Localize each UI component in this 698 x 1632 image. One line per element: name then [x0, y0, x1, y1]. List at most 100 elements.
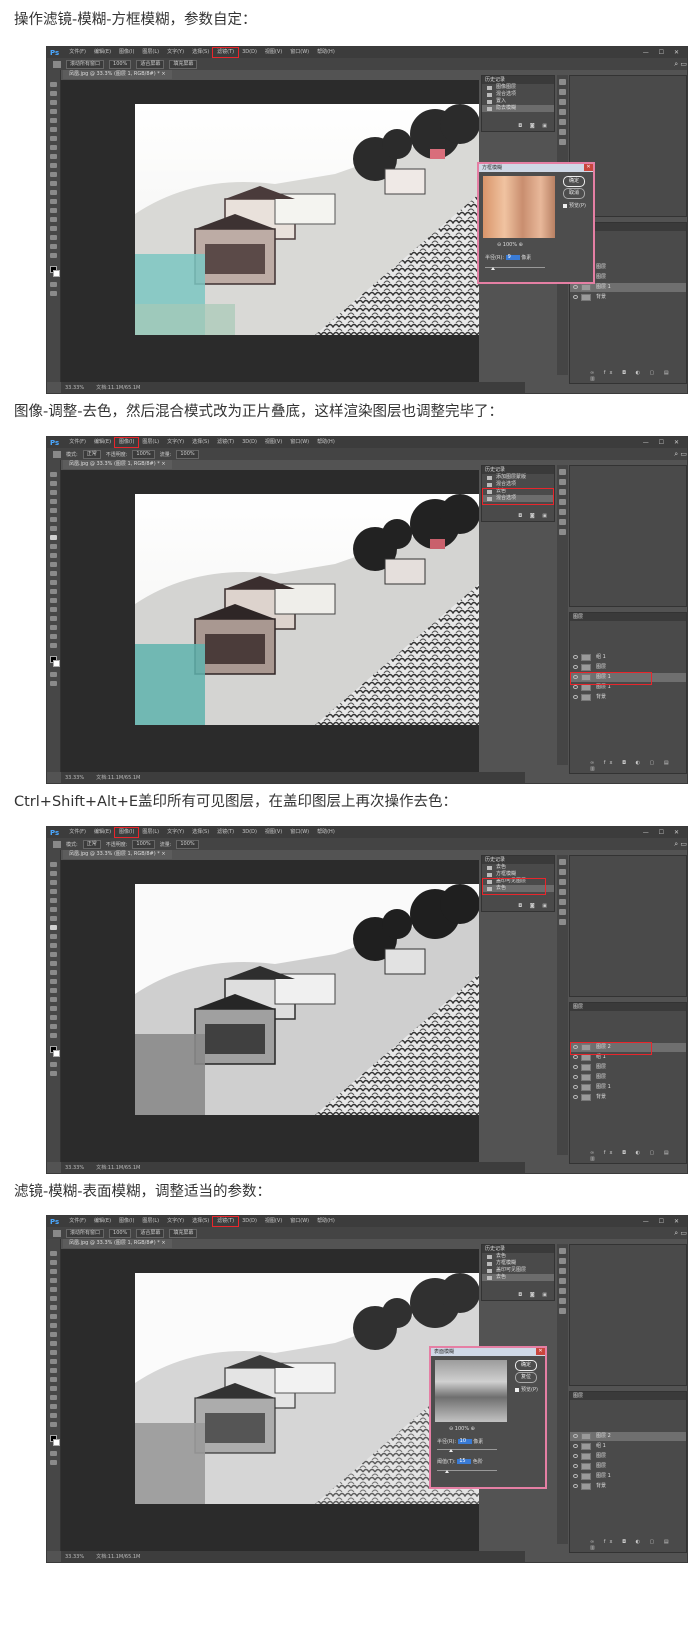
- scroll-all-windows-checkbox[interactable]: 滚动所有窗口: [66, 1228, 105, 1238]
- shape-tool-icon[interactable]: [50, 625, 57, 630]
- adjustments-panel-icon[interactable]: [559, 99, 566, 105]
- menu-help[interactable]: 帮助(H): [313, 828, 339, 837]
- paragraph-panel-icon[interactable]: [559, 899, 566, 905]
- layer-row[interactable]: 背景: [570, 1093, 686, 1102]
- ok-button[interactable]: 确定: [563, 176, 585, 187]
- history-panel-icon[interactable]: [559, 1248, 566, 1254]
- history-tab[interactable]: 历史记录: [482, 1245, 554, 1253]
- quick-mask-icon[interactable]: [50, 282, 57, 287]
- menu-layer[interactable]: 图层(L): [138, 828, 163, 837]
- history-tab[interactable]: 历史记录: [482, 466, 554, 474]
- history-brush-tool-icon[interactable]: [50, 943, 57, 948]
- menu-image[interactable]: 图像(I): [114, 827, 140, 838]
- eye-icon[interactable]: [573, 665, 578, 669]
- eyedropper-tool-icon[interactable]: [50, 127, 57, 132]
- menu-type[interactable]: 文字(Y): [163, 48, 188, 57]
- radius-slider-handle[interactable]: [449, 1449, 453, 1452]
- eye-icon[interactable]: [573, 1474, 578, 1478]
- menu-window[interactable]: 窗口(W): [286, 1217, 313, 1226]
- adjustments-panel-icon[interactable]: [559, 1268, 566, 1274]
- menu-type[interactable]: 文字(Y): [163, 438, 188, 447]
- window-controls[interactable]: — ☐ ✕: [643, 439, 683, 446]
- eye-icon[interactable]: [573, 1454, 578, 1458]
- menu-select[interactable]: 选择(S): [188, 48, 213, 57]
- type-tool-icon[interactable]: [50, 1386, 57, 1391]
- eye-icon[interactable]: [573, 1464, 578, 1468]
- brush-panel-icon[interactable]: [559, 129, 566, 135]
- history-actions[interactable]: ◘ ◙ ▣: [518, 513, 550, 519]
- background-color-swatch[interactable]: [53, 270, 60, 277]
- path-select-tool-icon[interactable]: [50, 616, 57, 621]
- fill-screen-button[interactable]: 填充屏幕: [169, 59, 198, 69]
- menu-image[interactable]: 图像(I): [115, 48, 138, 57]
- dodge-tool-icon[interactable]: [50, 979, 57, 984]
- eye-icon[interactable]: [573, 1095, 578, 1099]
- layer-row[interactable]: 背景: [570, 693, 686, 702]
- document-tab[interactable]: 凤凰.jpg @ 33.3% (图层 1, RGB/8#) * ×: [63, 70, 172, 79]
- move-tool-icon[interactable]: [50, 1251, 57, 1256]
- character-panel-icon[interactable]: [559, 499, 566, 505]
- tool-presets-icon[interactable]: [559, 139, 566, 145]
- zoom-tool-icon[interactable]: [50, 253, 57, 258]
- eraser-tool-icon[interactable]: [50, 172, 57, 177]
- layer-row[interactable]: 组 1: [570, 1442, 686, 1451]
- layers-tab[interactable]: 图层: [570, 1392, 686, 1400]
- canvas-area[interactable]: [61, 470, 479, 772]
- preview-checkbox[interactable]: 预览(P): [563, 202, 586, 209]
- type-tool-icon[interactable]: [50, 997, 57, 1002]
- character-panel-icon[interactable]: [559, 889, 566, 895]
- brush-tool-icon[interactable]: [50, 1314, 57, 1319]
- menu-image[interactable]: 图像(I): [114, 437, 140, 448]
- paragraph-panel-icon[interactable]: [559, 509, 566, 515]
- quick-select-tool-icon[interactable]: [50, 1278, 57, 1283]
- layer-row[interactable]: 图层 1: [570, 1472, 686, 1481]
- search-icon[interactable]: ⌕ ▭: [674, 60, 687, 69]
- dialog-zoom[interactable]: ⊖ 100% ⊕: [497, 242, 523, 248]
- history-brush-tool-icon[interactable]: [50, 1332, 57, 1337]
- history-tab[interactable]: 历史记录: [482, 76, 554, 84]
- eyedropper-tool-icon[interactable]: [50, 517, 57, 522]
- history-item[interactable]: 方框模糊: [482, 1260, 554, 1267]
- marquee-tool-icon[interactable]: [50, 91, 57, 96]
- canvas-area[interactable]: [61, 860, 479, 1162]
- fit-screen-button[interactable]: 适合屏幕: [136, 1228, 165, 1238]
- menu-window[interactable]: 窗口(W): [286, 438, 313, 447]
- paragraph-panel-icon[interactable]: [559, 119, 566, 125]
- zoom-level[interactable]: 33.33%: [65, 1165, 84, 1171]
- brush-panel-icon[interactable]: [559, 909, 566, 915]
- document-tab[interactable]: 凤凰.jpg @ 33.3% (图层 1, RGB/8#) * ×: [63, 460, 172, 469]
- lasso-tool-icon[interactable]: [50, 490, 57, 495]
- eye-icon[interactable]: [573, 655, 578, 659]
- menu-3d[interactable]: 3D(D): [238, 48, 261, 57]
- path-select-tool-icon[interactable]: [50, 1395, 57, 1400]
- menu-help[interactable]: 帮助(H): [313, 48, 339, 57]
- menu-file[interactable]: 文件(F): [65, 48, 90, 57]
- hand-tool-icon[interactable]: [50, 634, 57, 639]
- zoom-100-button[interactable]: 100%: [109, 1228, 132, 1238]
- layer-row[interactable]: 背景: [570, 1482, 686, 1491]
- opacity-input[interactable]: 100%: [132, 449, 155, 459]
- eraser-tool-icon[interactable]: [50, 562, 57, 567]
- screen-mode-icon[interactable]: [50, 681, 57, 686]
- history-item[interactable]: 去色: [482, 1253, 554, 1260]
- screen-mode-icon[interactable]: [50, 291, 57, 296]
- menu-3d[interactable]: 3D(D): [238, 438, 261, 447]
- quick-select-tool-icon[interactable]: [50, 499, 57, 504]
- healing-tool-icon[interactable]: [50, 916, 57, 921]
- move-tool-icon[interactable]: [50, 862, 57, 867]
- lasso-tool-icon[interactable]: [50, 100, 57, 105]
- threshold-field[interactable]: 阈值(T): 15 色阶: [437, 1458, 483, 1466]
- history-item[interactable]: 方框模糊: [482, 871, 554, 878]
- eraser-tool-icon[interactable]: [50, 952, 57, 957]
- opacity-input[interactable]: 100%: [132, 839, 155, 849]
- menu-edit[interactable]: 编辑(E): [90, 1217, 115, 1226]
- move-tool-icon[interactable]: [50, 82, 57, 87]
- quick-select-tool-icon[interactable]: [50, 109, 57, 114]
- marquee-tool-icon[interactable]: [50, 1260, 57, 1265]
- layer-row[interactable]: 图层: [570, 1063, 686, 1072]
- menu-edit[interactable]: 编辑(E): [90, 438, 115, 447]
- close-icon[interactable]: ✕: [584, 164, 593, 171]
- eye-icon[interactable]: [573, 685, 578, 689]
- background-color-swatch[interactable]: [53, 660, 60, 667]
- menu-layer[interactable]: 图层(L): [138, 1217, 163, 1226]
